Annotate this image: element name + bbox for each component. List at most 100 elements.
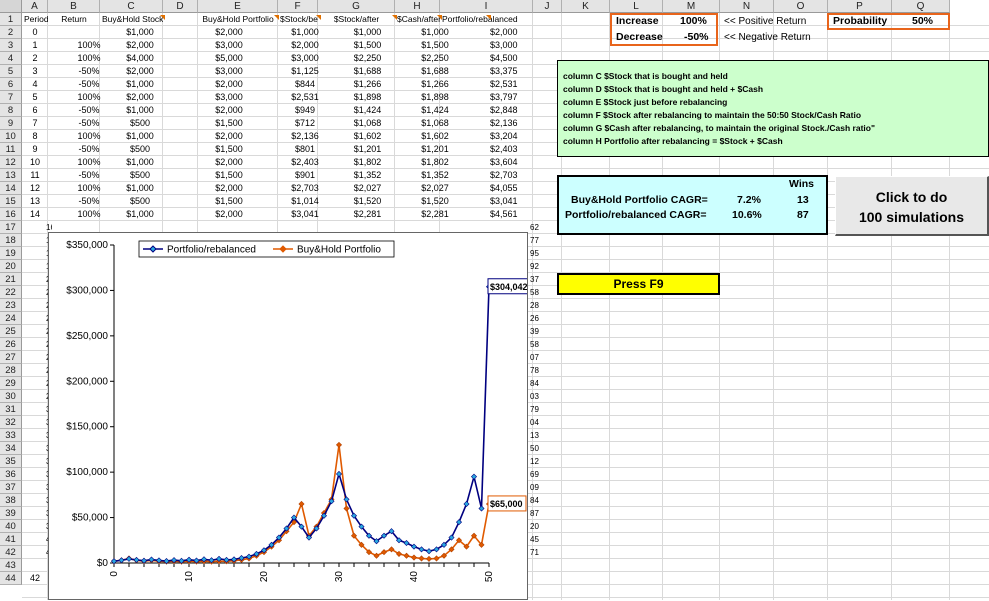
row-header-35[interactable]: 35: [0, 455, 22, 468]
row-header-29[interactable]: 29: [0, 377, 22, 390]
portfolio-cell-partial: 09: [530, 483, 539, 492]
row-header-7[interactable]: 7: [0, 91, 22, 104]
column-header-c[interactable]: C: [100, 0, 163, 13]
row-header-23[interactable]: 23: [0, 299, 22, 312]
table-cell: $1,352: [421, 170, 449, 180]
row-header-11[interactable]: 11: [0, 143, 22, 156]
table-cell: $4,000: [126, 53, 154, 63]
row-header-10[interactable]: 10: [0, 130, 22, 143]
row-header-18[interactable]: 18: [0, 234, 22, 247]
column-header-l[interactable]: L: [610, 0, 663, 13]
row-header-1[interactable]: 1: [0, 13, 22, 26]
row-header-15[interactable]: 15: [0, 195, 22, 208]
row-header-16[interactable]: 16: [0, 208, 22, 221]
table-cell: $1,000: [126, 157, 154, 167]
row-header-44[interactable]: 44: [0, 572, 22, 585]
probability-label: Probability: [833, 15, 888, 27]
sim-button-line1: Click to do: [875, 189, 948, 205]
column-header-k[interactable]: K: [562, 0, 610, 13]
row-header-4[interactable]: 4: [0, 52, 22, 65]
row-header-13[interactable]: 13: [0, 169, 22, 182]
row-header-2[interactable]: 2: [0, 26, 22, 39]
decrease-note: << Negative Return: [724, 32, 811, 43]
row-header-43[interactable]: 43: [0, 559, 22, 572]
table-cell: $3,375: [490, 66, 518, 76]
row-header-9[interactable]: 9: [0, 117, 22, 130]
row-header-17[interactable]: 17: [0, 221, 22, 234]
select-all-corner[interactable]: [0, 0, 22, 13]
row-header-31[interactable]: 31: [0, 403, 22, 416]
comment-indicator[interactable]: [392, 15, 397, 20]
column-header-d[interactable]: D: [163, 0, 198, 13]
comment-indicator[interactable]: [486, 15, 491, 20]
probability-value-cell[interactable]: 50%: [912, 15, 933, 27]
data-point: [425, 548, 433, 555]
portfolio-cell-partial: 45: [530, 535, 539, 544]
wins-header: Wins: [789, 178, 814, 190]
table-cell: 1: [32, 40, 38, 50]
table-cell: $2,000: [126, 40, 154, 50]
row-header-21[interactable]: 21: [0, 273, 22, 286]
data-point: [403, 539, 410, 547]
column-header-f[interactable]: F: [278, 0, 318, 13]
table-cell: $2,000: [215, 209, 243, 219]
increase-value-cell[interactable]: 100%: [680, 15, 707, 27]
row-header-14[interactable]: 14: [0, 182, 22, 195]
row-header-32[interactable]: 32: [0, 416, 22, 429]
row-header-24[interactable]: 24: [0, 312, 22, 325]
run-100-simulations-button[interactable]: Click to do 100 simulations: [835, 176, 989, 236]
column-header-o[interactable]: O: [774, 0, 828, 13]
data-point: [343, 505, 350, 512]
legend-label-buyhold: Buy&Hold Portfolio: [297, 245, 381, 256]
column-header-m[interactable]: M: [663, 0, 720, 13]
table-cell: $3,797: [490, 92, 518, 102]
row-header-39[interactable]: 39: [0, 507, 22, 520]
table-cell: $2,703: [490, 170, 518, 180]
row-header-26[interactable]: 26: [0, 338, 22, 351]
data-point: [418, 546, 425, 553]
column-header-i[interactable]: I: [440, 0, 533, 13]
data-point: [125, 555, 133, 562]
row-header-38[interactable]: 38: [0, 494, 22, 507]
row-header-36[interactable]: 36: [0, 468, 22, 481]
column-header-n[interactable]: N: [720, 0, 774, 13]
column-header-a[interactable]: A: [22, 0, 48, 13]
row-header-20[interactable]: 20: [0, 260, 22, 273]
row-header-28[interactable]: 28: [0, 364, 22, 377]
comment-indicator[interactable]: [316, 15, 321, 20]
row-header-42[interactable]: 42: [0, 546, 22, 559]
column-header-g[interactable]: G: [318, 0, 395, 13]
column-header-h[interactable]: H: [395, 0, 440, 13]
row-header-12[interactable]: 12: [0, 156, 22, 169]
column-note: column H Portfolio after rebalancing = $…: [563, 136, 783, 146]
table-cell: 14: [29, 209, 40, 219]
row-header-8[interactable]: 8: [0, 104, 22, 117]
row-header-27[interactable]: 27: [0, 351, 22, 364]
row-header-5[interactable]: 5: [0, 65, 22, 78]
comment-indicator[interactable]: [160, 15, 165, 20]
chart[interactable]: $0 $50,000 $100,000 $150,000 $200,000 $250,00…: [48, 232, 529, 600]
row-header-6[interactable]: 6: [0, 78, 22, 91]
row-header-25[interactable]: 25: [0, 325, 22, 338]
line-chart: $0 $50,000 $100,000 $150,000 $200,000 $250,00…: [66, 240, 529, 582]
column-header-j[interactable]: J: [533, 0, 562, 13]
column-header-q[interactable]: Q: [892, 0, 950, 13]
data-point: [455, 519, 463, 526]
row-header-19[interactable]: 19: [0, 247, 22, 260]
portfolio-cell-partial: 26: [530, 314, 539, 323]
decrease-value-cell[interactable]: -50%: [684, 31, 709, 43]
table-cell: $1,688: [421, 66, 449, 76]
row-header-33[interactable]: 33: [0, 429, 22, 442]
row-header-37[interactable]: 37: [0, 481, 22, 494]
row-header-41[interactable]: 41: [0, 533, 22, 546]
row-header-40[interactable]: 40: [0, 520, 22, 533]
row-header-3[interactable]: 3: [0, 39, 22, 52]
row-header-34[interactable]: 34: [0, 442, 22, 455]
comment-indicator[interactable]: [437, 15, 442, 20]
comment-indicator[interactable]: [274, 15, 279, 20]
row-header-22[interactable]: 22: [0, 286, 22, 299]
column-header-e[interactable]: E: [198, 0, 278, 13]
row-header-30[interactable]: 30: [0, 390, 22, 403]
column-header-b[interactable]: B: [48, 0, 100, 13]
column-header-p[interactable]: P: [828, 0, 892, 13]
